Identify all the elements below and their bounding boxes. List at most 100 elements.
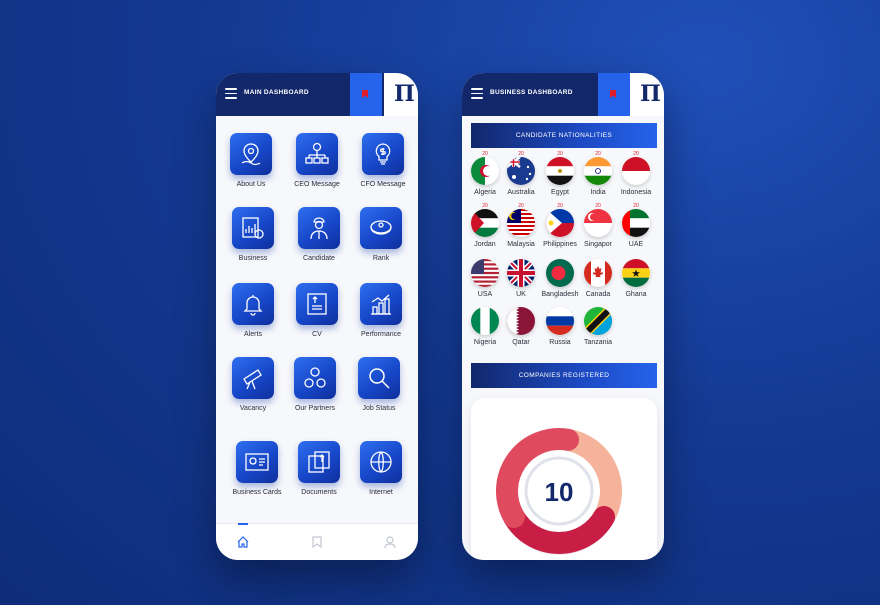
menu-icon[interactable] <box>471 88 483 99</box>
qatar-flag-icon <box>507 307 535 335</box>
grid-item-vacancy[interactable]: Vacancy <box>220 357 286 412</box>
nationality-item[interactable]: Qatar <box>502 301 540 346</box>
nationality-item[interactable]: 20 UAE <box>617 203 655 248</box>
grid-item-performance[interactable]: Performance <box>348 283 414 338</box>
nationality-item[interactable]: UK <box>502 253 540 298</box>
india-flag-icon <box>584 157 612 185</box>
nationality-item[interactable]: 20 Jordan <box>466 203 504 248</box>
grid-item-candidate[interactable]: Candidate <box>286 207 352 262</box>
nationality-item[interactable]: Tanzania <box>579 301 617 346</box>
canada-flag-icon <box>584 259 612 287</box>
documents-icon <box>298 441 340 483</box>
location-pin-icon <box>230 133 272 175</box>
nationality-item[interactable]: 20 Algeria <box>466 151 504 196</box>
nationality-item[interactable]: 20 India <box>579 151 617 196</box>
performance-chart-icon <box>360 283 402 325</box>
grid-item-our-partners[interactable]: Our Partners <box>282 357 348 412</box>
nationality-item[interactable]: Bangladesh <box>541 253 579 298</box>
grid-label: Vacancy <box>239 405 267 412</box>
grid-label: Business <box>238 255 268 262</box>
companies-banner: COMPANIES REGISTERED <box>471 363 657 388</box>
grid-item-ceo-message[interactable]: CEO Message <box>284 133 350 188</box>
nav-active-indicator <box>238 523 248 525</box>
nationality-name: Canada <box>585 291 611 298</box>
grid-label: Alerts <box>244 331 262 338</box>
nationality-name: Tanzania <box>583 339 613 346</box>
nationality-item[interactable]: 20 Singapor <box>579 203 617 248</box>
philippines-flag-icon <box>546 209 574 237</box>
nationality-item[interactable]: Ghana <box>617 253 655 298</box>
nationality-name: Philippines <box>543 241 577 248</box>
page-title: BUSINESS DASHBOARD <box>490 89 573 96</box>
grid-item-documents[interactable]: Documents <box>286 441 352 496</box>
magnifier-icon <box>358 357 400 399</box>
uae-flag-icon <box>622 209 650 237</box>
rank-badge-icon <box>360 207 402 249</box>
nationality-item[interactable]: Canada <box>579 253 617 298</box>
home-icon[interactable] <box>236 535 250 549</box>
malaysia-flag-icon <box>507 209 535 237</box>
grid-item-cv[interactable]: CV <box>284 283 350 338</box>
top-bar: MAIN DASHBOARD Π <box>216 73 418 116</box>
cv-document-icon <box>296 283 338 325</box>
grid-label: CV <box>312 331 322 338</box>
grid-item-business-cards[interactable]: Business Cards <box>224 441 290 496</box>
grid-label: Job Status <box>362 405 396 412</box>
nigeria-flag-icon <box>471 307 499 335</box>
nationality-name: Ghana <box>625 291 647 298</box>
companies-donut-chart: 10 <box>496 428 622 555</box>
grid-label: Rank <box>372 255 390 262</box>
logo: Π <box>384 73 418 116</box>
page-title: MAIN DASHBOARD <box>244 89 309 96</box>
nationality-name: UK <box>516 291 526 298</box>
nationality-item[interactable]: 20 Philippines <box>541 203 579 248</box>
nationality-item[interactable]: Nigeria <box>466 301 504 346</box>
partners-icon <box>294 357 336 399</box>
business-dashboard-screen: BUSINESS DASHBOARD Π CANDIDATE NATIONALI… <box>462 73 664 560</box>
companies-count: 10 <box>545 477 574 507</box>
grid-item-rank[interactable]: Rank <box>348 207 414 262</box>
nationality-item[interactable]: Russia <box>541 301 579 346</box>
bottom-nav <box>216 523 418 560</box>
grid-item-internet[interactable]: Internet <box>348 441 414 496</box>
bookmark-tab[interactable] <box>598 73 630 116</box>
nationality-item[interactable]: 20 Australia <box>502 151 540 196</box>
bookmark-tab[interactable] <box>350 73 382 116</box>
grid-item-job-status[interactable]: Job Status <box>346 357 412 412</box>
bell-icon <box>232 283 274 325</box>
grid-item-business[interactable]: Business <box>220 207 286 262</box>
nationality-name: Singapor <box>583 241 613 248</box>
pi-logo-icon: Π <box>640 81 661 107</box>
org-chart-icon <box>296 133 338 175</box>
telescope-icon <box>232 357 274 399</box>
grid-label: Our Partners <box>294 405 336 412</box>
nationality-name: Russia <box>549 339 571 346</box>
grid-label: Documents <box>301 489 337 496</box>
egypt-flag-icon <box>546 157 574 185</box>
nationality-item[interactable]: 20 Indonesia <box>617 151 655 196</box>
candidate-icon <box>298 207 340 249</box>
australia-flag-icon <box>507 157 535 185</box>
menu-icon[interactable] <box>225 88 237 99</box>
top-bar: BUSINESS DASHBOARD Π <box>462 73 664 116</box>
nationality-name: India <box>590 189 606 196</box>
nationality-name: Egypt <box>551 189 569 196</box>
nationality-item[interactable]: USA <box>466 253 504 298</box>
grid-item-about-us[interactable]: About Us <box>218 133 284 188</box>
user-icon[interactable] <box>383 535 397 549</box>
grid-label: Internet <box>369 489 393 496</box>
grid-label: CEO Message <box>294 181 340 188</box>
bookmark-icon <box>362 90 368 98</box>
nationality-item[interactable]: 20 Malaysia <box>502 203 540 248</box>
jordan-flag-icon <box>471 209 499 237</box>
nationality-item[interactable]: 20 Egypt <box>541 151 579 196</box>
grid-item-cfo-message[interactable]: CFO Message <box>350 133 416 188</box>
nationality-name: UAE <box>628 241 644 248</box>
bangladesh-flag-icon <box>546 259 574 287</box>
grid-item-alerts[interactable]: Alerts <box>220 283 286 338</box>
bookmark-icon <box>610 90 616 98</box>
nationality-name: Nigeria <box>473 339 497 346</box>
bookmark-icon[interactable] <box>310 535 324 549</box>
uk-flag-icon <box>507 259 535 287</box>
grid-label: Business Cards <box>232 489 282 496</box>
